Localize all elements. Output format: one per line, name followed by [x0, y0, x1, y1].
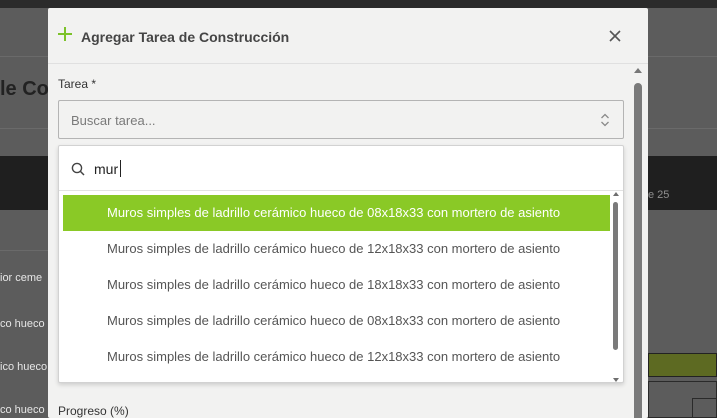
page-title: le Co [0, 78, 49, 100]
modal-header: Agregar Tarea de Construcción [48, 8, 648, 64]
dropdown-scrollbar[interactable] [611, 192, 621, 382]
divider [0, 250, 48, 251]
row-task-name: ico hueco [0, 361, 48, 373]
row-task-name: co hueco [0, 318, 45, 330]
scrollbar-thumb[interactable] [634, 83, 642, 418]
search-icon [71, 162, 85, 176]
add-task-modal: Agregar Tarea de Construcción Tarea * Bu… [48, 8, 648, 418]
task-option[interactable]: Muros simples de ladrillo cerámico hueco… [63, 339, 610, 375]
chevron-updown-icon [599, 113, 611, 127]
week-header: e 25 [648, 189, 670, 201]
gantt-bar [648, 353, 717, 377]
task-search-input[interactable] [94, 158, 594, 180]
modal-scrollbar[interactable] [632, 68, 644, 418]
plus-icon [58, 27, 72, 41]
progress-label: Progreso (%) [58, 404, 129, 418]
task-options-list: Muros simples de ladrillo cerámico hueco… [63, 195, 610, 381]
task-option[interactable]: Muros simples de ladrillo cerámico hueco… [63, 267, 610, 303]
task-option[interactable]: Muros simples de ladrillo cerámico hueco… [63, 303, 610, 339]
row-task-name: co hueco [0, 404, 45, 416]
task-dropdown: Muros simples de ladrillo cerámico hueco… [58, 145, 624, 383]
scroll-down-arrow-icon[interactable] [613, 378, 619, 382]
dropdown-search-row [59, 146, 623, 191]
gantt-cell [692, 398, 717, 418]
scroll-up-arrow-icon[interactable] [613, 192, 619, 196]
row-task-name: ior ceme [0, 272, 43, 284]
tarea-label: Tarea * [58, 77, 97, 91]
select-placeholder: Buscar tarea... [71, 113, 156, 128]
close-icon[interactable] [606, 27, 624, 45]
scroll-up-arrow-icon[interactable] [634, 68, 642, 73]
task-select[interactable]: Buscar tarea... [58, 100, 624, 139]
scrollbar-thumb[interactable] [613, 202, 618, 350]
modal-title: Agregar Tarea de Construcción [81, 29, 290, 45]
task-option[interactable]: Muros simples de ladrillo cerámico hueco… [63, 195, 610, 231]
text-caret [120, 160, 121, 177]
task-option[interactable]: Muros simples de ladrillo cerámico hueco… [63, 231, 610, 267]
app-top-bar [0, 0, 717, 8]
